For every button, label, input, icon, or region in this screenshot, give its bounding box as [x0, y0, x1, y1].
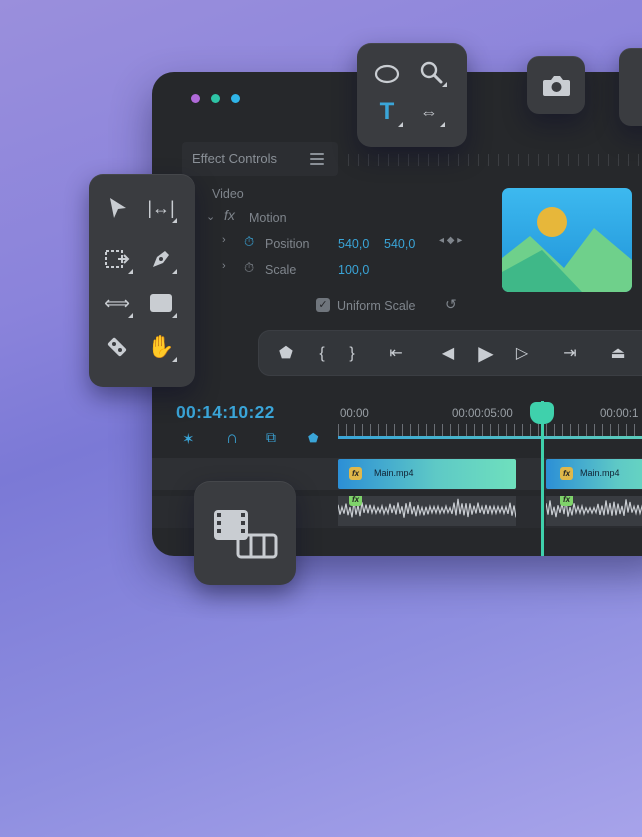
hamburger-menu-icon[interactable]	[310, 153, 324, 165]
lift-icon[interactable]: ⏏	[608, 344, 628, 364]
ellipse-icon[interactable]	[369, 56, 405, 92]
clip-name: Main.mp4	[374, 468, 414, 478]
step-back-icon[interactable]: ◀	[438, 344, 458, 364]
marker-icon[interactable]: ⬟	[276, 344, 296, 364]
fx-badge[interactable]: fx	[349, 496, 362, 506]
tools-palette: |↔| ⟺ ✋	[89, 174, 195, 387]
media-bin-button[interactable]	[194, 481, 296, 585]
pen-icon[interactable]	[143, 241, 179, 277]
uniform-scale-checkbox[interactable]: ✓	[316, 298, 330, 312]
video-section-label: Video	[212, 187, 244, 201]
position-x-value[interactable]: 540,0	[338, 237, 369, 251]
fx-badge: fx	[224, 207, 235, 223]
audio-clip[interactable]: fx	[338, 496, 516, 526]
zoom-icon[interactable]	[413, 54, 449, 90]
fx-badge[interactable]: fx	[560, 467, 573, 480]
effect-controls-title: Effect Controls	[192, 151, 278, 166]
window-dot-teal[interactable]	[211, 94, 220, 103]
slip-icon[interactable]: ⟺	[99, 285, 135, 321]
go-to-in-icon[interactable]: ⇤	[386, 344, 406, 364]
selection-arrow-icon[interactable]	[99, 190, 135, 226]
effect-ruler	[348, 154, 642, 166]
window-dot-blue[interactable]	[231, 94, 240, 103]
ruler-label-mid: 00:00:05:00	[452, 408, 513, 420]
camera-icon	[543, 76, 570, 96]
stopwatch-icon[interactable]: ⏱	[244, 234, 254, 250]
timeline-ruler[interactable]	[338, 424, 642, 436]
window-dot-purple[interactable]	[191, 94, 200, 103]
chevron-down-icon[interactable]: ⌄	[206, 210, 215, 223]
type-icon[interactable]: T	[369, 94, 405, 130]
mark-out-icon[interactable]: }	[342, 344, 362, 364]
camera-button[interactable]	[527, 56, 585, 114]
chevron-right-icon[interactable]: ›	[222, 234, 226, 246]
uniform-scale-label: Uniform Scale	[337, 299, 416, 313]
preview-thumbnail	[502, 188, 632, 292]
reset-icon[interactable]: ↺	[445, 296, 457, 313]
fx-badge[interactable]: fx	[349, 467, 362, 480]
mark-in-icon[interactable]: {	[312, 344, 332, 364]
film-sequence-icon	[214, 510, 278, 559]
magnet-icon[interactable]: ∩	[226, 428, 238, 448]
video-clip[interactable]: fx Main.mp4	[546, 459, 642, 489]
razor-icon[interactable]	[99, 329, 135, 365]
rate-stretch-icon[interactable]: ⇔	[411, 94, 447, 130]
play-icon[interactable]: ▶	[476, 344, 496, 364]
chevron-right-icon[interactable]: ›	[222, 260, 226, 272]
audio-waveform	[338, 498, 516, 518]
audio-clip[interactable]: fx	[546, 496, 642, 526]
hand-icon[interactable]: ✋	[143, 329, 179, 365]
fx-badge[interactable]: fx	[560, 496, 573, 506]
position-y-value[interactable]: 540,0	[384, 237, 415, 251]
scale-value[interactable]: 100,0	[338, 263, 369, 277]
timecode[interactable]: 00:14:10:22	[176, 402, 275, 423]
rectangle-icon[interactable]	[143, 285, 179, 321]
scale-label: Scale	[265, 263, 297, 277]
ruler-label-end: 00:00:1	[600, 408, 639, 420]
track-select-icon[interactable]	[99, 241, 135, 277]
effect-controls-header[interactable]: Effect Controls	[182, 142, 338, 176]
video-clip[interactable]: fx Main.mp4	[338, 459, 516, 489]
step-forward-icon[interactable]: ▷	[512, 344, 532, 364]
go-to-out-icon[interactable]: ⇥	[560, 344, 580, 364]
playhead-line[interactable]	[541, 401, 544, 556]
motion-label: Motion	[249, 211, 287, 225]
work-area-bar[interactable]	[338, 436, 642, 439]
add-marker-icon[interactable]: ⬟	[308, 431, 318, 445]
top-tool-palette: T ⇔	[357, 43, 467, 147]
ripple-edit-icon[interactable]: |↔|	[143, 190, 179, 226]
ruler-label-start: 00:00	[340, 408, 369, 420]
clip-name: Main.mp4	[580, 468, 620, 478]
linked-selection-icon[interactable]: ⧉	[266, 429, 276, 446]
playhead-handle[interactable]	[530, 402, 554, 424]
position-label: Position	[265, 237, 310, 251]
stopwatch-icon[interactable]: ⏱	[244, 260, 254, 276]
snap-icon[interactable]: ✶	[182, 430, 195, 448]
keyframe-nav-icon[interactable]: ◂ ◆ ▸	[439, 235, 462, 246]
transport-bar: ⬟ { } ⇤ ◀ ▶ ▷ ⇥ ⏏	[258, 330, 642, 376]
partial-toolbar-button[interactable]	[619, 48, 642, 126]
